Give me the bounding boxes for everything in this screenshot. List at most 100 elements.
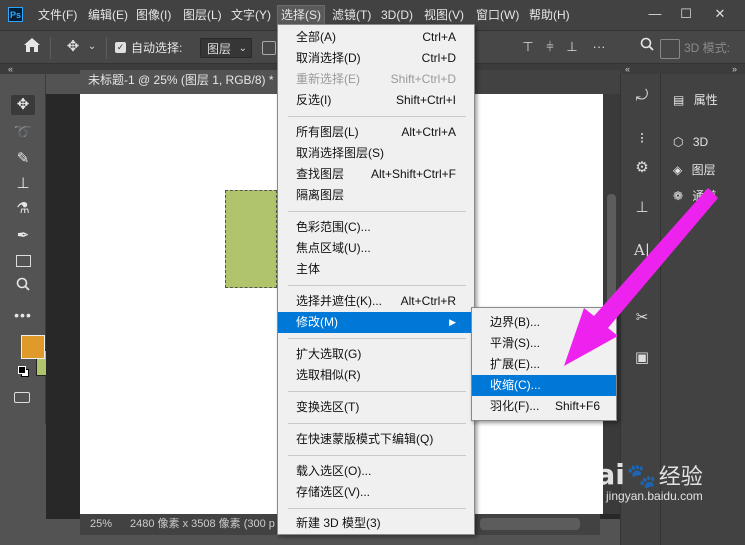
menu-item-grow[interactable]: 扩大选取(G) bbox=[278, 344, 474, 365]
home-icon[interactable] bbox=[20, 37, 44, 57]
menu-file[interactable]: 文件(F) bbox=[35, 6, 80, 24]
properties-label: 属性 bbox=[693, 93, 718, 107]
menu-type[interactable]: 文字(Y) bbox=[228, 6, 274, 24]
search-icon[interactable] bbox=[637, 37, 657, 57]
watermark-suffix: 经验 bbox=[658, 464, 703, 489]
chevron-down-icon[interactable]: ⌄ bbox=[86, 37, 98, 57]
menu-separator bbox=[288, 455, 466, 456]
3d-mode-label: 3D 模式: bbox=[684, 41, 731, 55]
paint-bucket-icon[interactable]: ⚗ bbox=[11, 199, 35, 219]
brush-settings-icon[interactable]: ⁝ bbox=[631, 129, 653, 149]
workspace-icon[interactable] bbox=[660, 39, 680, 59]
more-tools-icon[interactable]: ••• bbox=[11, 305, 35, 325]
tools-panel: ✥ ➰ ✧ ✎ 🖌 ⊥ ◇ ⚗ T ✒ ➤ ✋ ⊠ ••• ↰ bbox=[0, 74, 67, 424]
document-info: 2480 像素 x 3508 像素 (300 p bbox=[130, 518, 275, 530]
menu-item-deselect-layers[interactable]: 取消选择图层(S) bbox=[278, 143, 474, 164]
menu-separator bbox=[288, 338, 466, 339]
properties-panel-tab[interactable]: ▤ 属性 bbox=[673, 88, 718, 112]
menu-item-find-layers[interactable]: 查找图层 Alt+Shift+Ctrl+F bbox=[278, 164, 474, 185]
collapse-left-icon[interactable]: « bbox=[8, 64, 13, 74]
close-icon[interactable]: ✕ bbox=[710, 4, 730, 24]
menu-item-load-selection[interactable]: 载入选区(O)... bbox=[278, 461, 474, 482]
move-tool-icon[interactable]: ✥ bbox=[11, 95, 35, 115]
pen-tool-icon[interactable]: ✒ bbox=[11, 226, 35, 246]
menu-separator bbox=[288, 391, 466, 392]
annotation-arrow bbox=[564, 188, 718, 366]
layers-label: 图层 bbox=[691, 163, 716, 177]
menu-item-transform-selection[interactable]: 变换选区(T) bbox=[278, 397, 474, 418]
zoom-tool-icon[interactable] bbox=[11, 277, 35, 297]
submenu-arrow-icon: ▶ bbox=[449, 317, 456, 327]
menu-item-select-all[interactable]: 全部(A) Ctrl+A bbox=[278, 27, 474, 48]
menu-help[interactable]: 帮助(H) bbox=[526, 6, 573, 24]
menu-separator bbox=[288, 423, 466, 424]
menu-separator bbox=[288, 211, 466, 212]
move-tool-icon[interactable]: ✥ bbox=[62, 37, 84, 57]
menu-item-save-selection[interactable]: 存储选区(V)... bbox=[278, 482, 474, 503]
select-menu-dropdown: 全部(A) Ctrl+A 取消选择(D) Ctrl+D 重新选择(E) Shift+C… bbox=[277, 24, 475, 535]
menu-view[interactable]: 视图(V) bbox=[421, 6, 467, 24]
menu-item-focus-area[interactable]: 焦点区域(U)... bbox=[278, 238, 474, 259]
divider bbox=[50, 37, 51, 59]
document-tab-title: 未标题-1 @ 25% (图层 1, RGB/8) * bbox=[88, 73, 274, 87]
default-colors-icon[interactable] bbox=[18, 366, 29, 377]
paw-icon: 🐾 bbox=[626, 463, 657, 490]
menu-window[interactable]: 窗口(W) bbox=[473, 6, 522, 24]
rectangle-tool-icon[interactable] bbox=[16, 255, 31, 267]
menu-item-all-layers[interactable]: 所有图层(L) Alt+Ctrl+A bbox=[278, 122, 474, 143]
menu-item-modify[interactable]: 修改(M) ▶ bbox=[278, 312, 474, 333]
menu-item-new-3d-model[interactable]: 新建 3D 模型(3) bbox=[278, 513, 474, 534]
collapse-right-icon[interactable]: « bbox=[625, 64, 630, 74]
layer-select-value: 图层 bbox=[207, 42, 232, 56]
align-bottom-icon[interactable]: ⊥ bbox=[563, 37, 581, 57]
baidu-watermark: Bai🐾经验 jingyan.baidu.com bbox=[575, 458, 703, 503]
lasso-tool-icon[interactable]: ➰ bbox=[11, 123, 35, 143]
menu-3d[interactable]: 3D(D) bbox=[378, 6, 416, 24]
properties-icon: ▤ bbox=[673, 93, 685, 107]
menu-separator bbox=[288, 508, 466, 509]
submenu-item-feather[interactable]: 羽化(F)... Shift+F6 bbox=[472, 396, 616, 417]
expand-right-icon[interactable]: » bbox=[732, 64, 737, 74]
auto-select-checkbox[interactable]: ✓ bbox=[115, 42, 126, 53]
menu-item-subject[interactable]: 主体 bbox=[278, 259, 474, 280]
menu-layer[interactable]: 图层(L) bbox=[180, 6, 225, 24]
watermark-brand: Bai bbox=[575, 458, 625, 491]
foreground-color-swatch[interactable] bbox=[21, 335, 45, 359]
menu-item-color-range[interactable]: 色彩范围(C)... bbox=[278, 217, 474, 238]
layer-select-dropdown[interactable]: 图层 ⌄ bbox=[200, 38, 252, 58]
align-vcenter-icon[interactable]: ⫩ bbox=[541, 37, 559, 57]
menu-item-reselect: 重新选择(E) Shift+Ctrl+D bbox=[296, 72, 456, 86]
align-top-icon[interactable]: ⊤ bbox=[519, 37, 537, 57]
menu-item-quick-mask[interactable]: 在快速蒙版模式下编辑(Q) bbox=[278, 429, 474, 450]
adjustments-icon[interactable]: ⚙ bbox=[631, 158, 653, 178]
3d-label: 3D bbox=[692, 135, 709, 149]
transform-controls-checkbox[interactable] bbox=[262, 41, 276, 55]
document-tab[interactable]: 未标题-1 @ 25% (图层 1, RGB/8) * bbox=[80, 70, 285, 94]
menu-separator bbox=[288, 285, 466, 286]
menu-item-isolate-layers[interactable]: 隔离图层 bbox=[278, 185, 474, 206]
more-options-icon[interactable]: ··· bbox=[590, 37, 608, 57]
minimize-icon[interactable]: — bbox=[645, 4, 665, 24]
horizontal-scrollbar[interactable] bbox=[480, 518, 580, 530]
menu-item-similar[interactable]: 选取相似(R) bbox=[278, 365, 474, 386]
menu-edit[interactable]: 编辑(E) bbox=[85, 6, 131, 24]
history-icon[interactable]: ⤾ bbox=[631, 86, 653, 106]
menu-image[interactable]: 图像(I) bbox=[133, 6, 174, 24]
menu-separator bbox=[288, 116, 466, 117]
eyedropper-tool-icon[interactable]: ✎ bbox=[11, 149, 35, 169]
3d-panel-tab[interactable]: ⬡ 3D bbox=[673, 130, 708, 154]
layers-panel-tab[interactable]: ◈ 图层 bbox=[673, 158, 716, 182]
watermark-url: jingyan.baidu.com bbox=[606, 489, 703, 503]
zoom-level[interactable]: 25% bbox=[90, 514, 112, 535]
layers-icon: ◈ bbox=[673, 163, 683, 177]
menu-filter[interactable]: 滤镜(T) bbox=[329, 6, 374, 24]
menu-select[interactable]: 选择(S) bbox=[277, 5, 325, 25]
menu-item-inverse[interactable]: 反选(I) Shift+Ctrl+I bbox=[278, 90, 474, 111]
chevron-down-icon: ⌄ bbox=[238, 43, 247, 54]
maximize-icon[interactable]: ☐ bbox=[676, 4, 696, 24]
quick-mask-icon[interactable] bbox=[14, 392, 30, 403]
menu-item-select-and-mask[interactable]: 选择并遮住(K)... Alt+Ctrl+R bbox=[278, 291, 474, 312]
stamp-tool-icon[interactable]: ⊥ bbox=[11, 174, 35, 194]
green-rectangle-layer[interactable] bbox=[225, 190, 277, 288]
menu-item-deselect[interactable]: 取消选择(D) Ctrl+D bbox=[278, 48, 474, 69]
